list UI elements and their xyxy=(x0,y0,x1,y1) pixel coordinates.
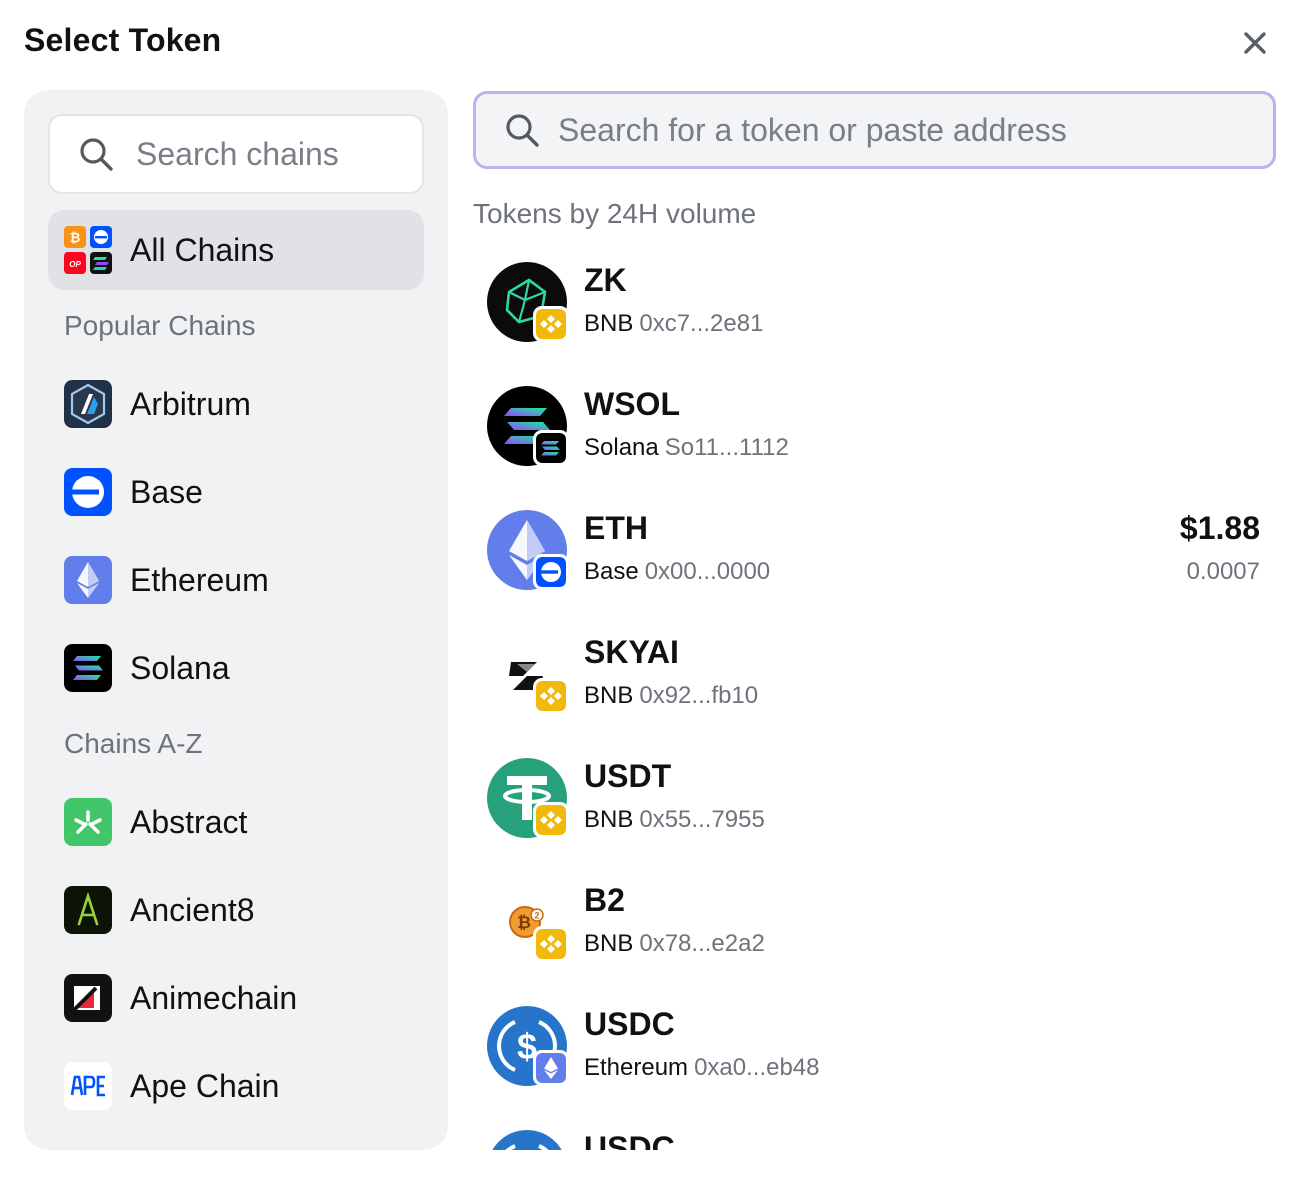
all-chains-icon: ₿ OP xyxy=(64,226,112,274)
search-icon xyxy=(80,138,113,171)
token-row-eth[interactable]: ETH Base 0x00...0000 $1.88 0.0007 xyxy=(473,488,1276,612)
chain-search-input[interactable] xyxy=(136,135,396,173)
search-icon xyxy=(506,114,539,147)
token-row-zk[interactable]: ZK BNB 0xc7...2e81 xyxy=(473,240,1276,364)
token-chain-address: Base 0x00...0000 xyxy=(584,558,771,585)
token-row-usdt[interactable]: USDT BNB 0x55...7955 xyxy=(473,736,1276,860)
bnb-chain-badge xyxy=(533,306,569,342)
token-chain-address: BNB 0x92...fb10 xyxy=(584,682,759,709)
chain-item-arbitrum[interactable]: Arbitrum xyxy=(48,364,424,444)
token-row-wsol[interactable]: WSOL Solana So11...1112 xyxy=(473,364,1276,488)
token-chain-address: BNB 0x55...7955 xyxy=(584,806,765,833)
token-symbol: B2 xyxy=(584,882,625,918)
token-usd-value: $1.88 xyxy=(1179,510,1260,546)
ethereum-chain-badge xyxy=(533,1050,569,1086)
token-chain-address: Ethereum 0xa0...eb48 xyxy=(584,1054,820,1081)
chain-item-ethereum[interactable]: Ethereum xyxy=(48,540,424,620)
close-button[interactable] xyxy=(1234,22,1276,64)
svg-text:₿: ₿ xyxy=(70,230,81,245)
token-chain-address: BNB 0xc7...2e81 xyxy=(584,310,764,337)
chains-panel: ₿ OP All Chains Popular Chains xyxy=(24,90,448,1150)
token-symbol: WSOL xyxy=(584,386,680,422)
base-icon xyxy=(64,468,112,516)
solana-icon xyxy=(64,644,112,692)
chain-label: Abstract xyxy=(130,803,248,840)
token-search-box[interactable] xyxy=(473,91,1276,169)
token-symbol: USDC xyxy=(584,1130,675,1150)
token-symbol: USDC xyxy=(584,1006,675,1042)
bnb-chain-badge xyxy=(533,926,569,962)
bnb-chain-badge xyxy=(533,678,569,714)
base-chain-badge xyxy=(533,554,569,590)
token-symbol: ETH xyxy=(584,510,648,546)
apechain-icon xyxy=(64,1062,112,1110)
bnb-chain-badge xyxy=(533,802,569,838)
token-chain-address: BNB 0x78...e2a2 xyxy=(584,930,765,957)
chain-item-solana[interactable]: Solana xyxy=(48,628,424,708)
close-icon xyxy=(1244,32,1266,54)
solana-chain-badge xyxy=(533,430,569,466)
chains-az-heading: Chains A-Z xyxy=(64,728,203,759)
token-row-b2[interactable]: ₿ 2 B2 BNB 0x78...e2a2 xyxy=(473,860,1276,984)
chain-label: Arbitrum xyxy=(130,385,251,422)
chain-item-ape-chain[interactable]: Ape Chain xyxy=(48,1046,424,1126)
modal-title: Select Token xyxy=(24,22,222,58)
abstract-icon xyxy=(64,798,112,846)
svg-text:₿: ₿ xyxy=(517,913,531,932)
chain-label: Ancient8 xyxy=(130,891,255,928)
token-balance: 0.0007 xyxy=(1186,558,1260,585)
popular-chains-heading: Popular Chains xyxy=(64,310,256,341)
ethereum-icon xyxy=(64,556,112,604)
chain-item-abstract[interactable]: Abstract xyxy=(48,782,424,862)
tokens-section-heading: Tokens by 24H volume xyxy=(473,198,757,229)
token-symbol: ZK xyxy=(584,262,627,298)
token-row-usdc-partial[interactable]: USDC xyxy=(473,1108,1276,1150)
select-token-modal: Select Token ₿ OP xyxy=(0,0,1300,1180)
token-symbol: SKYAI xyxy=(584,634,679,670)
token-symbol: USDT xyxy=(584,758,672,794)
chain-label: Animechain xyxy=(130,979,298,1016)
chain-item-base[interactable]: Base xyxy=(48,452,424,532)
chain-item-ancient8[interactable]: Ancient8 xyxy=(48,870,424,950)
ancient8-icon xyxy=(64,886,112,934)
usdc-token-icon xyxy=(492,1130,562,1150)
chain-item-all-chains[interactable]: ₿ OP All Chains xyxy=(48,210,424,290)
token-row-skyai[interactable]: SKYAI BNB 0x92...fb10 xyxy=(473,612,1276,736)
chain-label: Base xyxy=(130,473,203,510)
token-list[interactable]: ZK BNB 0xc7...2e81 WSOL Solana So11...1112 xyxy=(473,240,1276,1150)
arbitrum-icon xyxy=(64,380,112,428)
animechain-icon xyxy=(64,974,112,1022)
chain-label: All Chains xyxy=(130,231,275,268)
token-row-usdc[interactable]: $ USDC Ethereum 0xa0...eb48 xyxy=(473,984,1276,1108)
chain-item-animechain[interactable]: Animechain xyxy=(48,958,424,1038)
svg-text:2: 2 xyxy=(534,911,539,921)
chain-label: Ape Chain xyxy=(130,1067,280,1104)
chain-label: Solana xyxy=(130,649,230,686)
chain-label: Ethereum xyxy=(130,561,269,598)
chain-search-box[interactable] xyxy=(48,114,424,194)
svg-text:OP: OP xyxy=(69,260,81,269)
token-search-input[interactable] xyxy=(558,111,1258,149)
token-chain-address: Solana So11...1112 xyxy=(584,434,789,461)
